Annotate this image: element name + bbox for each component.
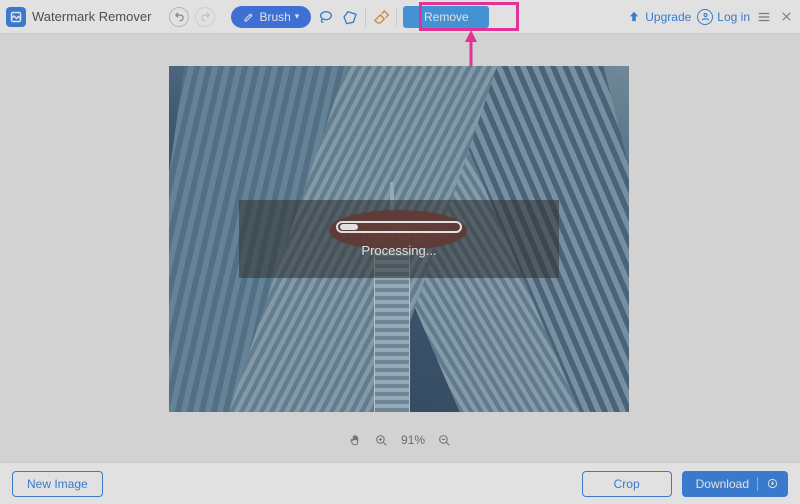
bottom-bar: New Image Crop Download [0, 462, 800, 504]
zoom-bar: 91% [0, 428, 800, 452]
download-options-icon[interactable] [766, 478, 778, 490]
separator [365, 7, 366, 27]
crop-label: Crop [614, 477, 640, 491]
new-image-button[interactable]: New Image [12, 471, 103, 497]
lasso-tool-button[interactable] [317, 8, 335, 26]
login-label: Log in [717, 10, 750, 24]
login-link[interactable]: Log in [697, 9, 750, 25]
download-label: Download [696, 477, 749, 491]
processing-overlay: Processing... [239, 200, 559, 278]
zoom-out-button[interactable] [437, 433, 451, 447]
app-logo-icon [6, 7, 26, 27]
app-title: Watermark Remover [32, 9, 151, 24]
upgrade-link[interactable]: Upgrade [627, 10, 691, 24]
top-toolbar: Watermark Remover Brush ▾ Remove Upgrade… [0, 0, 800, 34]
download-button[interactable]: Download [682, 471, 788, 497]
image-canvas[interactable]: Watermark Processing... [169, 66, 629, 412]
progress-indicator [340, 224, 358, 230]
remove-label: Remove [424, 10, 469, 24]
undo-button[interactable] [169, 7, 189, 27]
remove-button[interactable]: Remove [403, 6, 489, 28]
progress-bar [336, 221, 462, 233]
separator [396, 7, 397, 27]
zoom-in-button[interactable] [375, 433, 389, 447]
user-icon [697, 9, 713, 25]
crop-button[interactable]: Crop [582, 471, 672, 497]
brush-label: Brush [259, 10, 290, 24]
menu-icon[interactable] [756, 9, 772, 25]
polygon-tool-button[interactable] [341, 8, 359, 26]
brush-tool-button[interactable]: Brush ▾ [231, 6, 311, 28]
zoom-percent: 91% [401, 433, 425, 447]
processing-status-text: Processing... [361, 243, 436, 258]
eraser-tool-button[interactable] [372, 8, 390, 26]
redo-button[interactable] [195, 7, 215, 27]
close-icon[interactable] [778, 9, 794, 25]
upgrade-label: Upgrade [645, 10, 691, 24]
pan-hand-icon[interactable] [349, 433, 363, 447]
chevron-down-icon: ▾ [295, 11, 300, 22]
new-image-label: New Image [27, 477, 88, 491]
